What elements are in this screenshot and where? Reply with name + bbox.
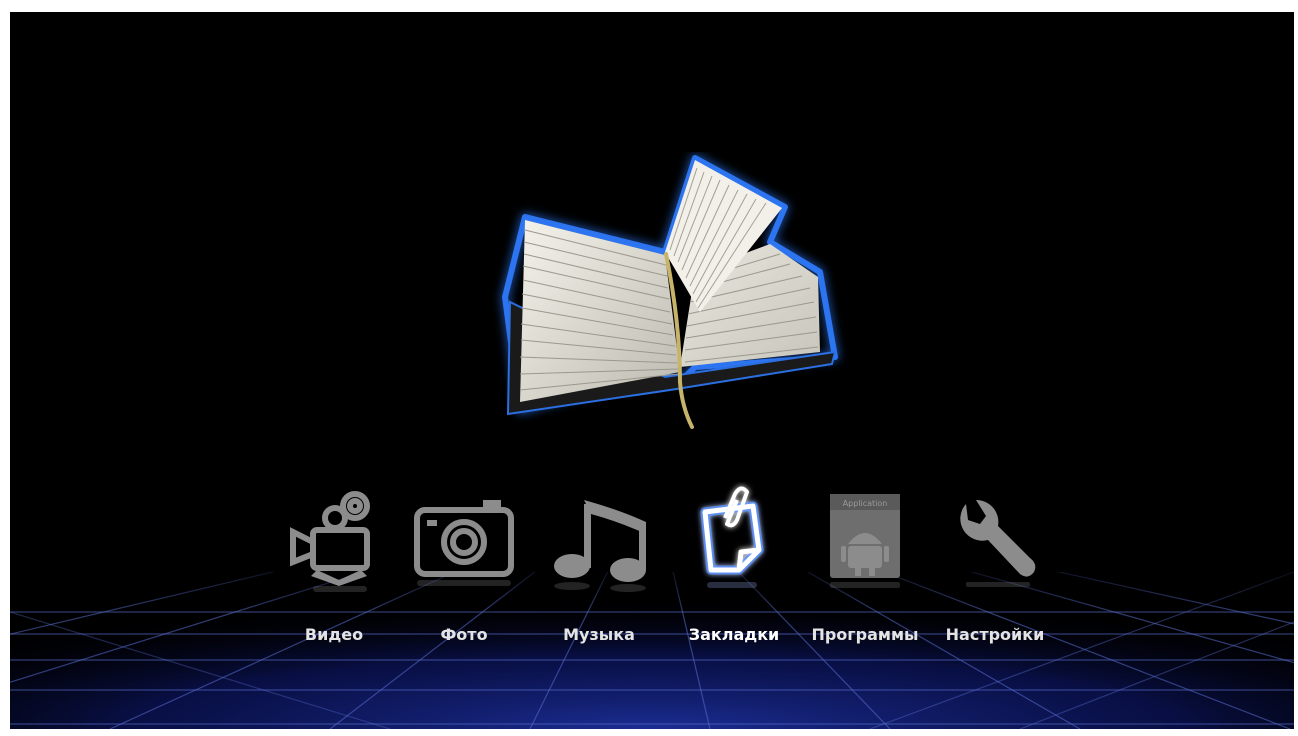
bookmark-clip-icon	[700, 486, 764, 588]
menu-item-label: Фото	[440, 625, 488, 644]
application-android-icon: Application	[830, 494, 900, 588]
tv-launcher-screen: Видео Фото Музыка Закладки Application П…	[10, 12, 1294, 729]
menu-item-settings[interactable]: Настройки	[936, 482, 1054, 662]
menu-item-label: Видео	[304, 625, 364, 644]
menu-item-label: Закладки	[688, 625, 780, 644]
photo-camera-icon	[414, 500, 514, 586]
menu-item-music[interactable]: Музыка	[540, 482, 658, 662]
menu-item-bookmarks[interactable]: Закладки	[675, 482, 793, 662]
menu-item-label: Настройки	[945, 625, 1045, 644]
application-badge-text: Application	[843, 499, 888, 508]
main-menu: Видео Фото Музыка Закладки Application П…	[10, 12, 1294, 729]
wrench-icon	[960, 499, 1036, 587]
music-note-icon	[554, 500, 646, 592]
menu-item-label: Музыка	[563, 625, 635, 644]
menu-item-label: Программы	[811, 625, 919, 644]
menu-item-video[interactable]: Видео	[275, 482, 393, 662]
menu-item-photo[interactable]: Фото	[405, 482, 523, 662]
video-camera-icon	[290, 491, 370, 592]
menu-item-programs[interactable]: Application Программы	[806, 482, 924, 662]
